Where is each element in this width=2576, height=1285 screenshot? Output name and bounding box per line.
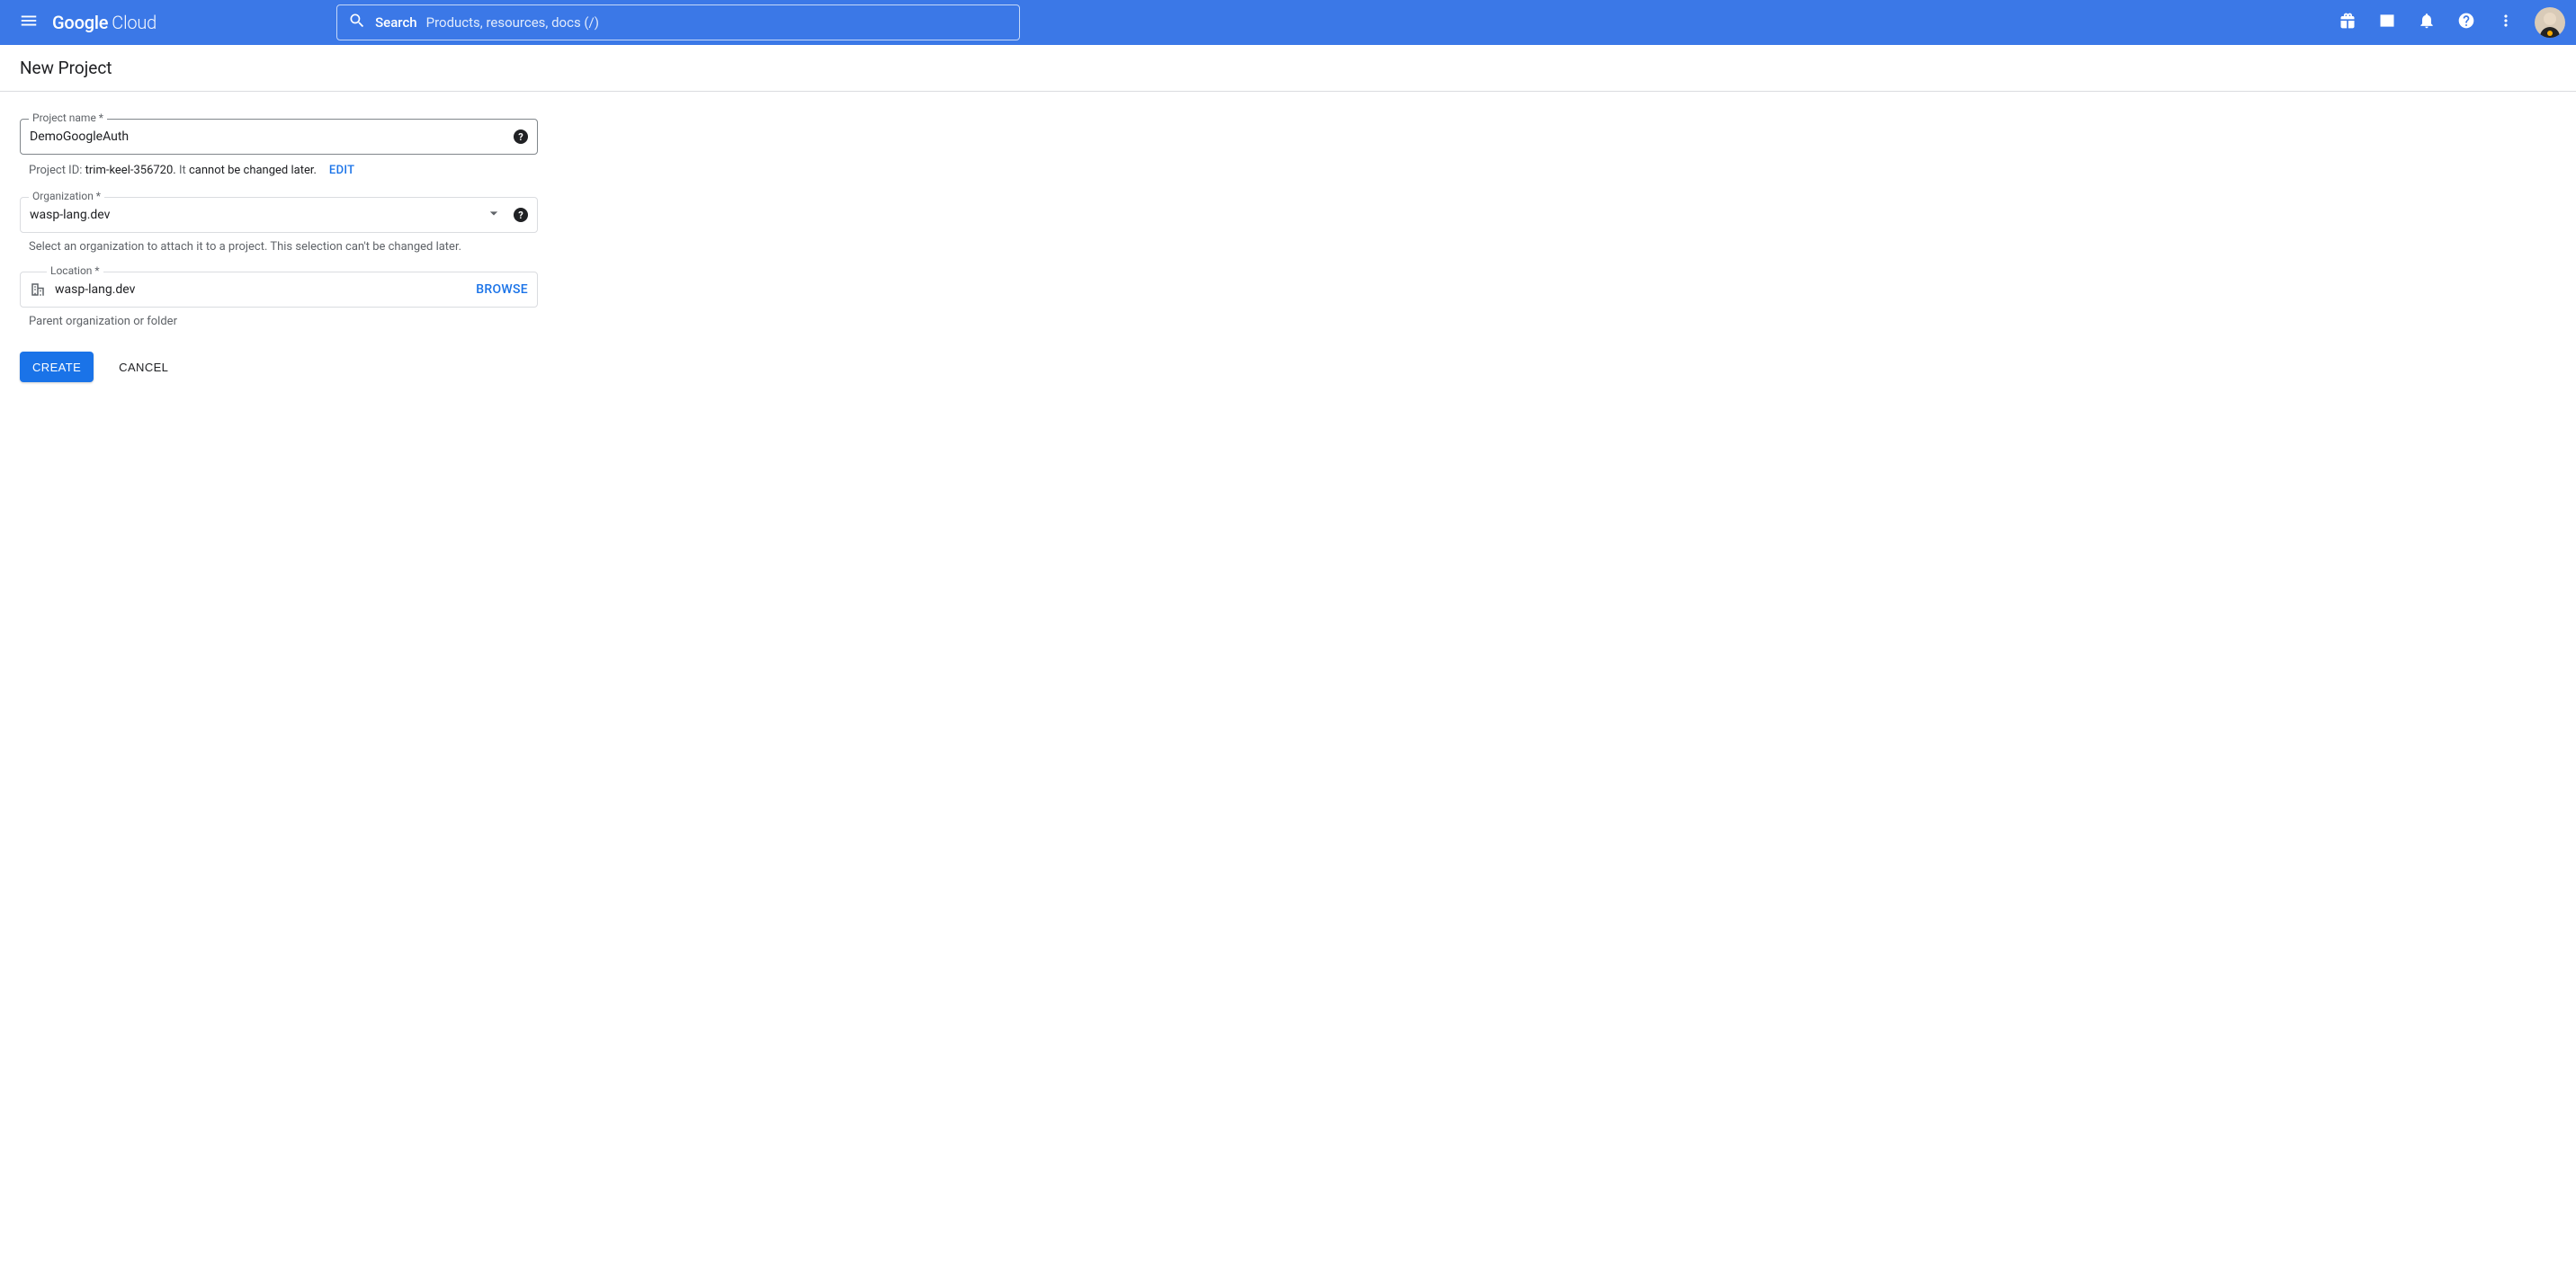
create-button[interactable]: CREATE [20,352,94,382]
avatar-dot-shape [2547,31,2553,36]
avatar-head-shape [2544,13,2556,25]
cloud-shell-button[interactable] [2369,4,2405,40]
project-id-value: trim-keel-356720 [85,164,174,177]
menu-icon [19,11,39,34]
organization-label: Organization * [29,190,104,202]
edit-project-id-button[interactable]: EDIT [329,164,354,177]
location-label: Location * [47,264,103,277]
search-placeholder: Products, resources, docs (/) [426,14,599,31]
browse-location-button[interactable]: BROWSE [476,282,528,297]
search-wrap: Search Products, resources, docs (/) [336,4,1020,40]
project-name-label: Project name * [29,112,107,124]
nav-menu-button[interactable] [11,4,47,40]
search-label: Search [375,14,417,31]
page-header: New Project [0,45,2576,92]
organization-field: Organization * wasp-lang.dev ? [20,197,538,233]
project-id-dot: . [173,164,179,177]
location-value: wasp-lang.dev [55,282,476,297]
project-id-prefix: Project ID: [29,164,82,177]
help-button[interactable] [2448,4,2484,40]
help-icon[interactable]: ? [514,208,528,222]
project-name-field: Project name * DemoGoogleAuth ? [20,119,538,155]
project-name-input[interactable]: DemoGoogleAuth ? [20,119,538,155]
organization-select[interactable]: wasp-lang.dev ? [20,197,538,233]
form-buttons: CREATE CANCEL [20,352,538,382]
gift-icon [2339,12,2357,33]
organization-value: wasp-lang.dev [30,208,485,222]
project-id-it: It [179,164,189,177]
more-button[interactable] [2488,4,2524,40]
logo-google-text: Google [52,12,108,33]
organization-icon [30,281,46,298]
free-trial-button[interactable] [2330,4,2366,40]
help-icon[interactable]: ? [514,129,528,144]
app-header: GoogleCloud Search Products, resources, … [0,0,2576,45]
organization-helper: Select an organization to attach it to a… [29,240,538,254]
page-title: New Project [20,58,2556,78]
chevron-down-icon [485,204,503,226]
project-name-value: DemoGoogleAuth [30,129,514,144]
location-field: Location * wasp-lang.dev BROWSE [20,272,538,308]
logo[interactable]: GoogleCloud [52,12,157,33]
logo-cloud-text: Cloud [112,12,157,33]
header-icons [2330,4,2565,40]
new-project-form: Project name * DemoGoogleAuth ? Project … [0,92,558,382]
account-avatar[interactable] [2535,7,2565,38]
project-id-row: Project ID: trim-keel-356720. It cannot … [29,164,538,177]
location-input[interactable]: wasp-lang.dev BROWSE [20,272,538,308]
notifications-button[interactable] [2409,4,2445,40]
search-bar[interactable]: Search Products, resources, docs (/) [336,4,1020,40]
help-icon [2457,12,2475,33]
cancel-button[interactable]: CANCEL [106,352,181,382]
more-vert-icon [2497,12,2515,33]
project-id-cannot-change: cannot be changed later. [189,164,317,177]
search-icon [348,12,375,33]
location-helper: Parent organization or folder [29,315,538,328]
bell-icon [2418,12,2436,33]
terminal-icon [2378,12,2396,33]
